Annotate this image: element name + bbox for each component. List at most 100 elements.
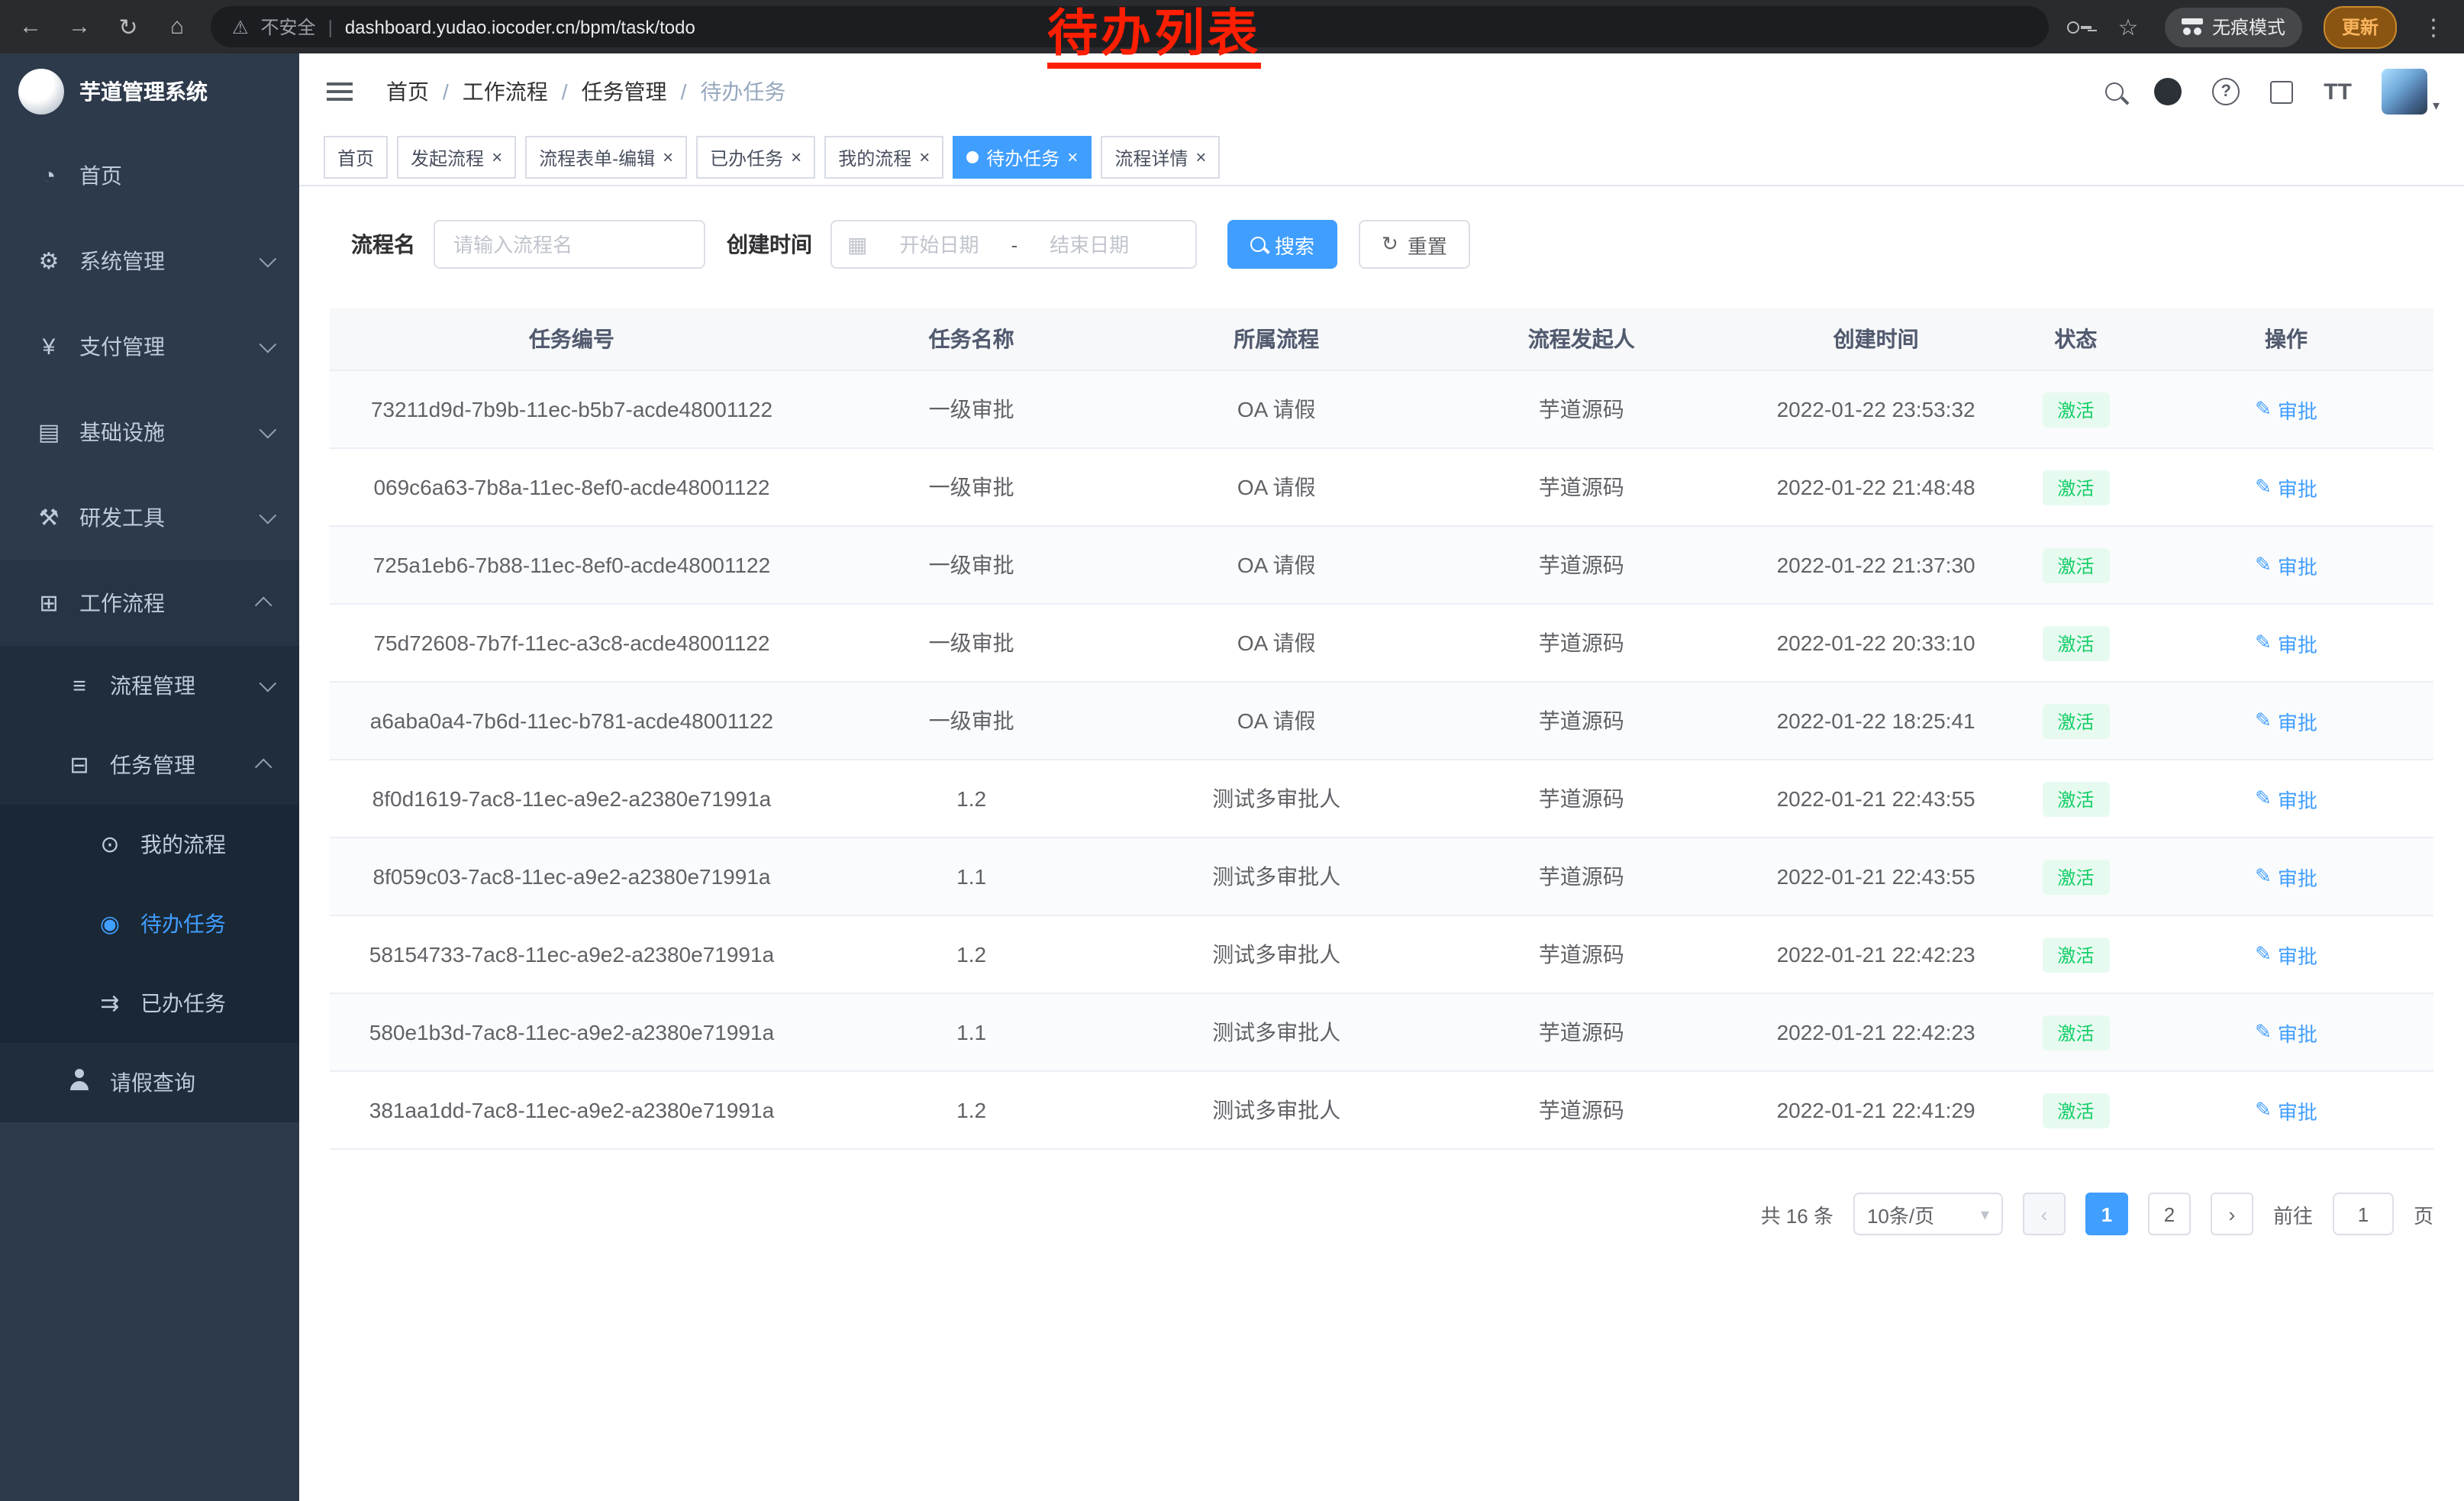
sidebar-item-done-tasks[interactable]: ⇉ 已办任务 <box>0 964 299 1043</box>
browser-menu-icon[interactable]: ⋮ <box>2418 13 2449 40</box>
status-badge: 激活 <box>2042 781 2109 816</box>
page-button-1[interactable]: 1 <box>2085 1193 2128 1235</box>
sidebar-item-process-management[interactable]: ≡ 流程管理 <box>0 646 299 725</box>
back-icon[interactable]: ← <box>15 14 46 40</box>
process-name-input[interactable] <box>450 231 689 257</box>
tab-todo-tasks[interactable]: 待办任务 × <box>953 136 1092 179</box>
reload-icon[interactable]: ↻ <box>113 13 144 40</box>
goto-page-input[interactable] <box>2333 1193 2394 1235</box>
status-badge: 激活 <box>2042 859 2109 894</box>
bookmark-star-icon[interactable]: ☆ <box>2113 13 2143 40</box>
content-area: 首页 / 工作流程 / 任务管理 / 待办任务 ? TT ▾ <box>299 53 2464 1501</box>
approve-link[interactable]: ✎ 审批 <box>2255 784 2317 813</box>
col-action: 操作 <box>2139 308 2433 370</box>
page-button-2[interactable]: 2 <box>2148 1193 2191 1235</box>
cell-status: 激活 <box>2013 993 2139 1071</box>
approve-link[interactable]: ✎ 审批 <box>2255 628 2317 657</box>
tab-start-process[interactable]: 发起流程 × <box>397 136 516 179</box>
cell-task-name: 1.2 <box>814 760 1129 838</box>
start-date-input[interactable] <box>876 231 1001 257</box>
cell-process: OA 请假 <box>1129 448 1424 526</box>
forward-icon[interactable]: → <box>64 14 95 40</box>
app-title: 芋道管理系统 <box>79 76 208 107</box>
help-icon[interactable]: ? <box>2212 78 2240 105</box>
tags-bar: 首页 发起流程 × 流程表单-编辑 × 已办任务 × 我的流程 × <box>299 130 2464 186</box>
close-icon[interactable]: × <box>492 148 502 166</box>
approve-link[interactable]: ✎ 审批 <box>2255 395 2317 424</box>
status-badge: 激活 <box>2042 937 2109 972</box>
sidebar-item-leave-query[interactable]: 请假查询 <box>0 1043 299 1122</box>
approve-link[interactable]: ✎ 审批 <box>2255 706 2317 735</box>
tab-my-process[interactable]: 我的流程 × <box>824 136 943 179</box>
approve-link[interactable]: ✎ 审批 <box>2255 1018 2317 1047</box>
address-bar[interactable]: ⚠ 不安全 | dashboard.yudao.iocoder.cn/bpm/t… <box>211 6 2049 47</box>
tab-form-edit[interactable]: 流程表单-编辑 × <box>525 136 687 179</box>
home-icon[interactable]: ⌂ <box>162 14 192 40</box>
close-icon[interactable]: × <box>663 148 673 166</box>
chevron-down-icon <box>260 507 277 525</box>
sidebar-item-dashboard[interactable]: ◔ 首页 <box>0 133 299 218</box>
approve-link[interactable]: ✎ 审批 <box>2255 940 2317 969</box>
sidebar-item-my-process[interactable]: ⊙ 我的流程 <box>0 805 299 884</box>
app-logo-row[interactable]: 芋道管理系统 <box>0 53 299 130</box>
chevron-down-icon <box>260 250 277 268</box>
close-icon[interactable]: × <box>1067 148 1078 166</box>
omnibox-divider: | <box>328 16 333 37</box>
security-label[interactable]: 不安全 <box>261 14 316 40</box>
sidebar-item-infrastructure[interactable]: ▤ 基础设施 <box>0 389 299 475</box>
breadcrumb-item-home[interactable]: 首页 <box>386 76 429 107</box>
reset-button[interactable]: ↻ 重置 <box>1359 220 1470 269</box>
update-button[interactable]: 更新 <box>2324 5 2397 48</box>
sidebar-menu: ◔ 首页 ⚙ 系统管理 ¥ 支付管理 ▤ 基础设施 <box>0 130 299 1122</box>
user-menu[interactable]: ▾ <box>2382 69 2440 115</box>
col-status: 状态 <box>2013 308 2139 370</box>
table-row: 8f059c03-7ac8-11ec-a9e2-a2380e71991a 1.1… <box>330 838 2433 915</box>
sidebar-item-todo-tasks[interactable]: ◉ 待办任务 <box>0 884 299 964</box>
edit-icon: ✎ <box>2255 1098 2272 1122</box>
breadcrumb-item-task-management[interactable]: 任务管理 <box>582 76 667 107</box>
tab-process-detail[interactable]: 流程详情 × <box>1101 136 1220 179</box>
next-page-button[interactable]: › <box>2211 1193 2253 1235</box>
sidebar-item-payment[interactable]: ¥ 支付管理 <box>0 304 299 389</box>
chevron-down-icon <box>260 336 277 353</box>
sidebar-item-task-management[interactable]: ⊟ 任务管理 <box>0 725 299 805</box>
approve-link[interactable]: ✎ 审批 <box>2255 550 2317 579</box>
page-size-select[interactable]: 10条/页 ▾ <box>1853 1193 2003 1235</box>
fullscreen-icon[interactable] <box>2270 80 2293 103</box>
search-icon[interactable] <box>2105 82 2124 101</box>
cell-created: 2022-01-21 22:42:23 <box>1739 993 2012 1071</box>
breadcrumb-separator: / <box>443 79 449 104</box>
font-size-icon[interactable]: TT <box>2324 79 2352 105</box>
sidebar-item-label: 系统管理 <box>79 246 165 276</box>
approve-link[interactable]: ✎ 审批 <box>2255 1096 2317 1125</box>
prev-page-button[interactable]: ‹ <box>2023 1193 2066 1235</box>
breadcrumb-separator: / <box>681 79 687 104</box>
cell-task-id: a6aba0a4-7b6d-11ec-b781-acde48001122 <box>330 682 814 760</box>
sidebar-item-devtools[interactable]: ⚒ 研发工具 <box>0 475 299 560</box>
cell-task-name: 一级审批 <box>814 682 1129 760</box>
search-button[interactable]: 搜索 <box>1227 220 1337 269</box>
password-key-icon[interactable] <box>2067 19 2091 34</box>
end-date-input[interactable] <box>1027 231 1152 257</box>
col-starter: 流程发起人 <box>1424 308 1739 370</box>
cell-action: ✎ 审批 <box>2139 448 2433 526</box>
approve-link[interactable]: ✎ 审批 <box>2255 473 2317 502</box>
cell-status: 激活 <box>2013 526 2139 604</box>
close-icon[interactable]: × <box>1195 148 1206 166</box>
sidebar-item-system[interactable]: ⚙ 系统管理 <box>0 218 299 304</box>
reset-icon: ↻ <box>1382 232 1398 257</box>
cell-process: 测试多审批人 <box>1129 838 1424 915</box>
cell-starter: 芋道源码 <box>1424 448 1739 526</box>
close-icon[interactable]: × <box>919 148 930 166</box>
done-tasks-icon: ⇉ <box>92 989 128 1017</box>
github-icon[interactable] <box>2154 78 2182 105</box>
tab-home[interactable]: 首页 <box>324 136 388 179</box>
breadcrumb-item-workflow[interactable]: 工作流程 <box>463 76 548 107</box>
hamburger-icon[interactable] <box>327 90 353 93</box>
sidebar-item-workflow[interactable]: ⊞ 工作流程 <box>0 560 299 646</box>
cell-process: OA 请假 <box>1129 526 1424 604</box>
close-icon[interactable]: × <box>791 148 801 166</box>
table-row: 73211d9d-7b9b-11ec-b5b7-acde48001122 一级审… <box>330 370 2433 448</box>
approve-link[interactable]: ✎ 审批 <box>2255 862 2317 891</box>
tab-done-tasks[interactable]: 已办任务 × <box>696 136 815 179</box>
